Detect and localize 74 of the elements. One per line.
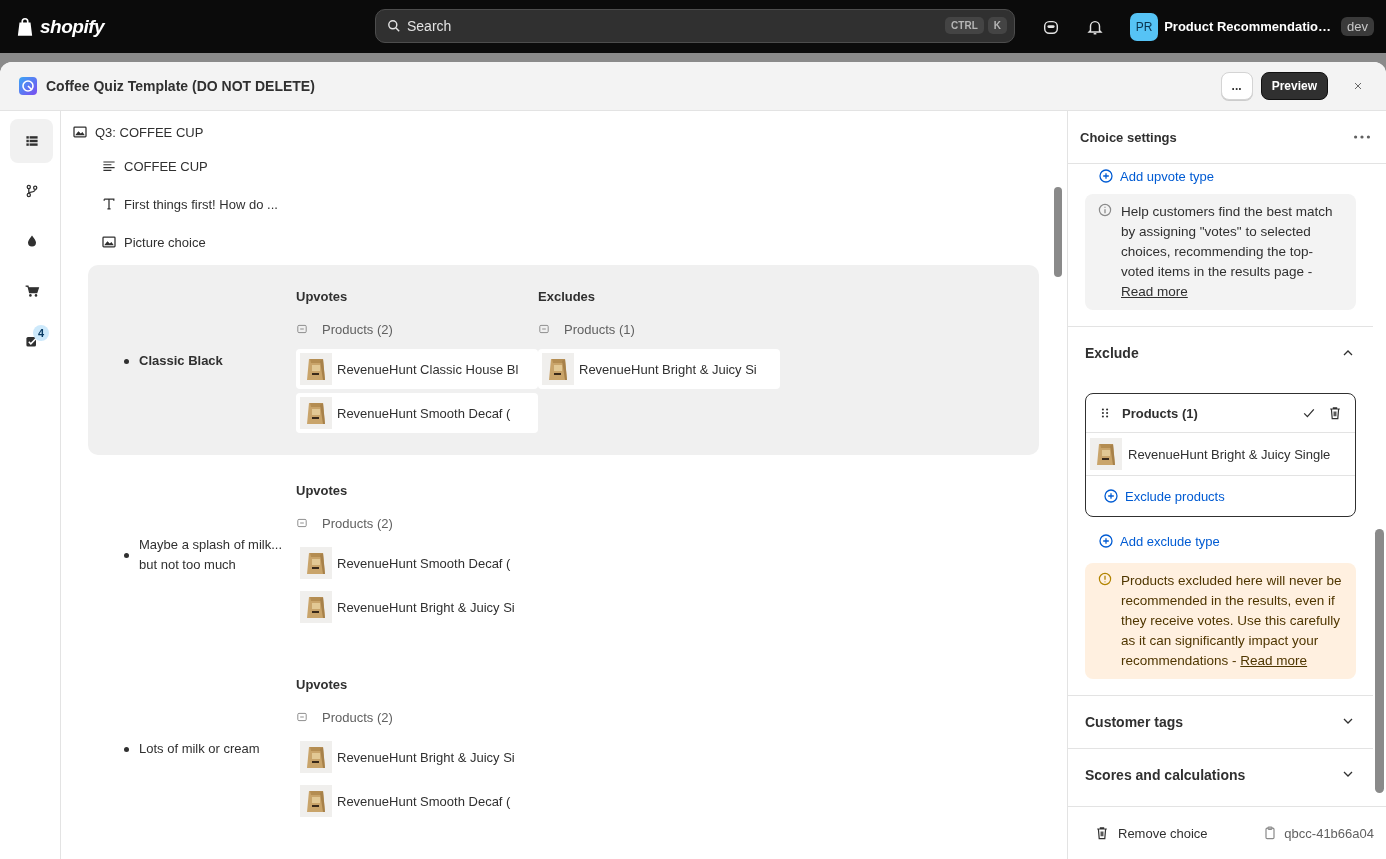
modal-title: Coffee Quiz Template (DO NOT DELETE) (46, 78, 315, 94)
text-icon (101, 196, 117, 212)
read-more-link[interactable]: Read more (1240, 653, 1308, 668)
app-icon (18, 76, 38, 96)
preview-button[interactable]: Preview (1260, 72, 1328, 100)
add-icon (1098, 533, 1114, 549)
warning-icon (1097, 571, 1113, 587)
collapse-icon (296, 711, 308, 723)
product-name: RevenueHunt Smooth Decaf ( (337, 405, 511, 421)
more-icon[interactable] (1354, 135, 1370, 139)
text-lines-icon (101, 158, 117, 174)
collapse-icon (538, 323, 550, 335)
warning-text: Products excluded here will never be recommended in the results, even if they receive votes. Use this carefully as it can significantly impact your recommendations - Read more (1121, 572, 1342, 670)
info-text: Help customers find the best match by assigning "votes" to selected choices, recommending the top-voted items in the results page - Read more (1121, 203, 1334, 301)
bullet-icon (124, 358, 129, 364)
product-name: RevenueHunt Bright & Juicy Si (337, 749, 515, 765)
choice-row[interactable]: Maybe a splash of milk... but not too much Upvotes Products (2) RevenueHunt Smooth Decaf ( RevenueHunt Bright & Juicy Si (88, 459, 1039, 649)
sidebar-tab[interactable]: 4 (10, 319, 53, 363)
product-name: RevenueHunt Smooth Decaf ( (337, 555, 511, 571)
choice-row[interactable]: Lots of milk or cream Upvotes Products (2) RevenueHunt Bright & Juicy Si RevenueHunt Smooth Decaf ( (88, 653, 1039, 843)
brand-logo[interactable]: shopify (40, 15, 105, 38)
shortcut-key: CTRL (945, 17, 984, 34)
sidebar-tab[interactable] (10, 119, 53, 163)
bullet-icon (124, 552, 129, 558)
image-icon (101, 234, 117, 250)
bullet-icon (124, 746, 129, 752)
image-icon (72, 124, 88, 140)
remove-choice-button[interactable]: Remove choice (1094, 825, 1208, 841)
choice-label: Lots of milk or cream (139, 740, 260, 758)
product-name: RevenueHunt Bright & Juicy Si (579, 361, 757, 377)
cart-icon (23, 283, 40, 299)
section-title[interactable]: Exclude (1085, 345, 1139, 361)
panel-title: Choice settings (1080, 129, 1177, 145)
section-title[interactable]: Scores and calculations (1085, 767, 1246, 783)
add-icon (1103, 488, 1119, 504)
choice-label: Classic Black (139, 352, 223, 370)
product-name: RevenueHunt Classic House Bl (337, 361, 519, 377)
tree-item[interactable]: Picture choice (124, 234, 206, 250)
choice-id[interactable]: qbcc-41b66a04 (1284, 825, 1374, 841)
products-label: Products (2) (322, 515, 393, 531)
collapse-icon (296, 323, 308, 335)
group-title: Excludes (538, 288, 597, 306)
store-name[interactable]: Product Recommendatio… (1164, 19, 1332, 34)
question-title[interactable]: Q3: COFFEE CUP (95, 124, 204, 140)
exclude-products-link[interactable]: Exclude products (1090, 484, 1231, 508)
store-avatar[interactable]: PR (1130, 12, 1159, 41)
count-badge: 4 (33, 325, 49, 341)
search-icon (386, 18, 402, 34)
add-icon (1098, 168, 1114, 184)
info-icon (1097, 202, 1113, 218)
products-label: Products (1) (564, 321, 635, 337)
read-more-link[interactable]: Read more (1121, 284, 1188, 299)
add-upvote-link[interactable]: Add upvote type (1085, 164, 1220, 188)
product-name: RevenueHunt Smooth Decaf ( (337, 793, 511, 809)
group-title: Upvotes (296, 482, 349, 500)
more-button[interactable]: ... (1220, 72, 1253, 100)
store-badge: dev (1341, 17, 1374, 36)
products-label: Products (2) (322, 321, 393, 337)
list-icon (23, 133, 40, 149)
collapse-icon (296, 517, 308, 529)
group-title: Upvotes (296, 288, 349, 306)
tree-item[interactable]: COFFEE CUP (124, 158, 208, 174)
section-title[interactable]: Customer tags (1085, 714, 1184, 730)
trash-icon (1327, 405, 1343, 421)
tree-item[interactable]: First things first! How do ... (124, 196, 278, 212)
product-name: RevenueHunt Bright & Juicy Si (337, 599, 515, 615)
products-label: Products (2) (322, 709, 393, 725)
group-title: Upvotes (296, 676, 349, 694)
choice-label: Maybe a splash of milk... but not too much (139, 536, 284, 574)
product-name: RevenueHunt Bright & Juicy Single (1128, 446, 1331, 462)
choice-row[interactable]: Classic Black Upvotes Products (2) RevenueHunt Classic House Bl RevenueHunt Smooth Decaf ( Excludes Products (1) RevenueHunt Bright & Juicy Si (88, 265, 1039, 455)
products-label: Products (1) (1122, 405, 1199, 421)
trash-icon (1094, 825, 1110, 841)
add-exclude-link[interactable]: Add exclude type (1085, 529, 1226, 553)
